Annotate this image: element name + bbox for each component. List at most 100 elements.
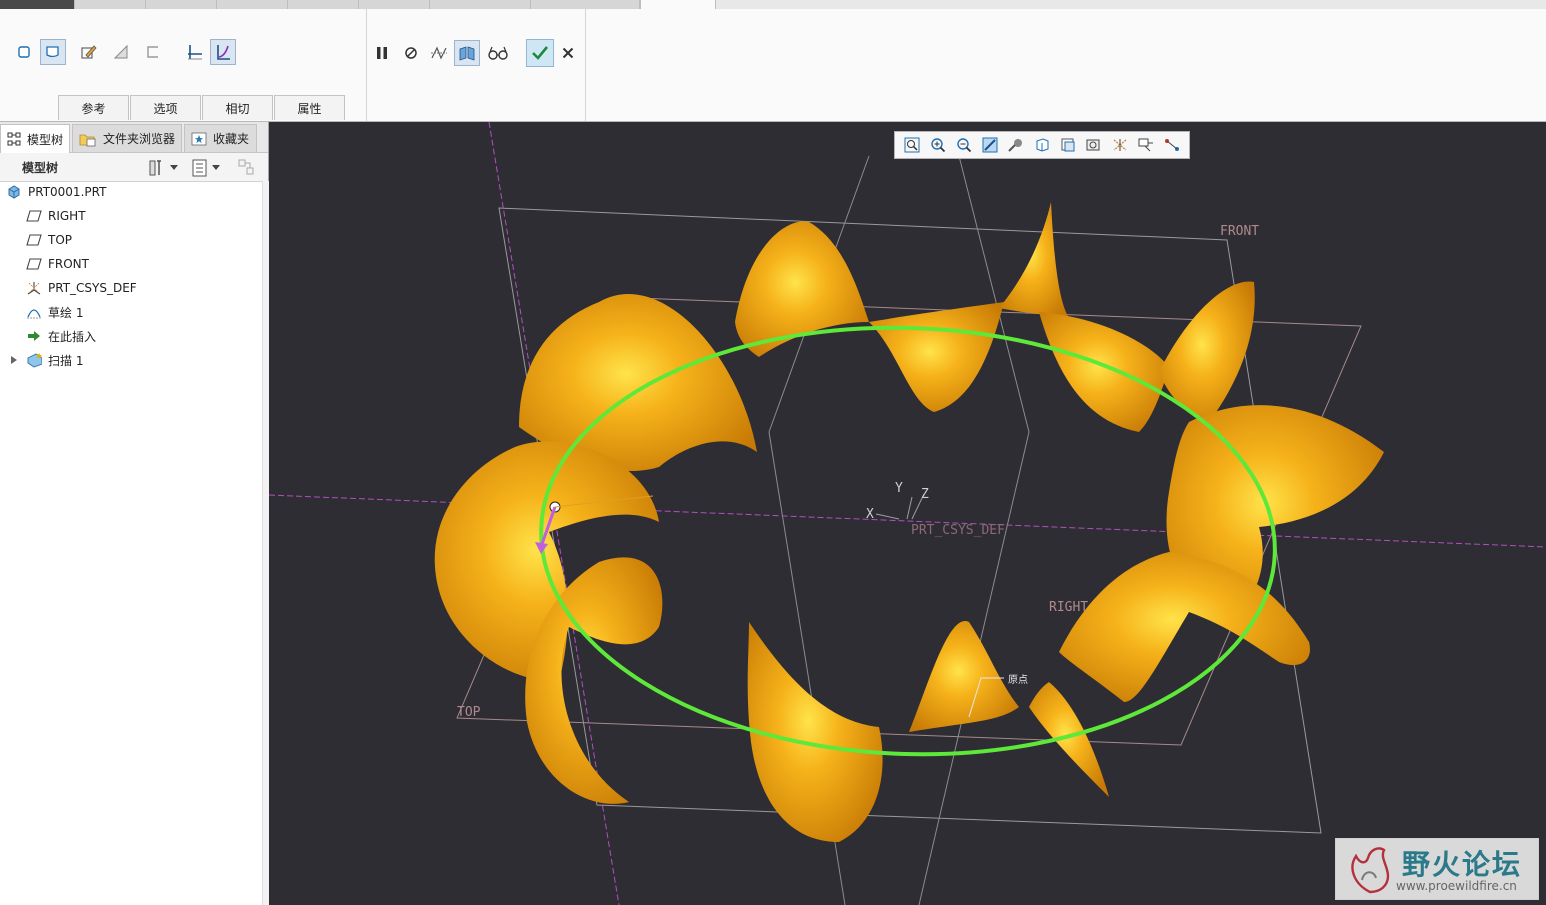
saved-orientations-button[interactable] xyxy=(1030,134,1053,156)
solid-icon xyxy=(18,46,30,58)
perspective-button[interactable] xyxy=(1082,134,1105,156)
ribbon-group-separator xyxy=(366,9,367,121)
tools-icon xyxy=(149,160,161,176)
tab-label: 收藏夹 xyxy=(213,132,250,146)
tree-settings-button[interactable] xyxy=(148,158,184,178)
spin-center-button[interactable] xyxy=(1160,134,1183,156)
tree-filter-icon xyxy=(238,159,254,175)
display-style-button[interactable] xyxy=(1004,134,1027,156)
repaint-button[interactable] xyxy=(978,134,1001,156)
solid-button[interactable] xyxy=(11,39,37,65)
tree-item-right[interactable]: RIGHT xyxy=(26,204,288,228)
subtab-options[interactable]: 选项 xyxy=(130,95,201,120)
watermark-title: 野火论坛 xyxy=(1402,848,1523,881)
insert-here-arrow-icon xyxy=(26,328,42,344)
pause-icon xyxy=(377,47,387,59)
constant-section-button[interactable] xyxy=(182,39,208,65)
surface-button[interactable] xyxy=(40,39,66,65)
graphics-toolbar xyxy=(894,131,1190,159)
favorites-icon xyxy=(191,132,207,145)
tree-item-front[interactable]: FRONT xyxy=(26,252,288,276)
ribbon-tab-sweep-active[interactable] xyxy=(640,0,716,9)
zoom-in-button[interactable] xyxy=(926,134,949,156)
annotation-icon xyxy=(1138,138,1153,152)
ribbon-panel: 参考 选项 相切 属性 xyxy=(0,9,1546,122)
forum-watermark: 野火论坛 www.proewildfire.cn xyxy=(1335,838,1539,900)
subtab-properties[interactable]: 属性 xyxy=(274,95,345,120)
verify-mode-button[interactable] xyxy=(485,40,511,66)
part-icon xyxy=(6,184,22,200)
preview-feature-button[interactable] xyxy=(454,40,480,66)
variable-section-icon xyxy=(217,45,230,60)
tree-item-part[interactable]: PRT0001.PRT xyxy=(6,180,268,204)
subtab-label: 属性 xyxy=(297,101,322,116)
ribbon-tab-3[interactable] xyxy=(146,0,217,9)
tree-item-label: PRT0001.PRT xyxy=(28,185,107,199)
ok-button[interactable] xyxy=(526,39,554,67)
annotation-display-button[interactable] xyxy=(1134,134,1157,156)
view-manager-button[interactable] xyxy=(1056,134,1079,156)
subtab-references[interactable]: 参考 xyxy=(58,95,129,120)
zoom-out-button[interactable] xyxy=(952,134,975,156)
surface-lobe xyxy=(747,622,883,842)
preview-geometry-button[interactable] xyxy=(426,40,452,66)
subtab-label: 参考 xyxy=(81,101,106,116)
navigator-tabs: 模型树 文件夹浏览器 收藏夹 xyxy=(0,122,268,153)
axis-label-y: Y xyxy=(895,481,903,496)
tab-model-tree[interactable]: 模型树 xyxy=(0,124,70,153)
model-tree-title: 模型树 xyxy=(22,161,59,175)
pause-button[interactable] xyxy=(369,40,395,66)
refit-icon xyxy=(904,137,919,153)
ribbon-tab-file[interactable] xyxy=(0,0,75,9)
graphics-viewport[interactable]: Y Z X PRT_CSYS_DEF FRONT RIGHT TOP 原点 野火… xyxy=(269,122,1546,905)
datum-plane-icon xyxy=(26,208,42,224)
tree-show-button[interactable] xyxy=(192,158,228,178)
model-tree-header: 模型树 xyxy=(0,153,268,182)
tree-filter-button[interactable] xyxy=(237,158,259,178)
close-icon xyxy=(562,47,574,59)
preview-geometry-icon xyxy=(431,46,447,60)
tab-folder-browser[interactable]: 文件夹浏览器 xyxy=(72,124,182,152)
surface-lobe xyxy=(909,621,1019,732)
tab-favorites[interactable]: 收藏夹 xyxy=(184,124,257,152)
thicken-icon xyxy=(147,46,158,58)
refit-button[interactable] xyxy=(900,134,923,156)
subtab-label: 相切 xyxy=(225,101,250,116)
fire-logo-icon xyxy=(1351,847,1390,894)
ribbon-tab-2[interactable] xyxy=(75,0,146,9)
sweep-feature-icon xyxy=(26,352,42,368)
tree-scrollbar[interactable] xyxy=(262,181,269,905)
tree-item-sweep[interactable]: 扫描 1 xyxy=(10,348,272,372)
datum-display-button[interactable] xyxy=(1108,134,1131,156)
tree-item-csys[interactable]: PRT_CSYS_DEF xyxy=(26,276,288,300)
zoom-out-icon xyxy=(956,138,971,153)
expand-arrow-icon[interactable] xyxy=(10,355,18,365)
tab-label: 模型树 xyxy=(27,132,64,147)
tree-item-sketch[interactable]: 草绘 1 xyxy=(26,300,288,324)
subtab-tangency[interactable]: 相切 xyxy=(202,95,273,120)
thicken-button[interactable] xyxy=(140,39,166,65)
ribbon-tab-7[interactable] xyxy=(430,0,531,9)
ribbon-tab-8[interactable] xyxy=(531,0,640,9)
coordinate-system-marker[interactable] xyxy=(875,493,925,520)
tree-item-top[interactable]: TOP xyxy=(26,228,288,252)
sweep-surface[interactable] xyxy=(434,202,1384,842)
sketch-edit-button[interactable] xyxy=(75,39,101,65)
cube-icon xyxy=(1036,138,1048,152)
tree-item-label: TOP xyxy=(48,233,73,247)
ribbon-tab-5[interactable] xyxy=(288,0,359,9)
zoom-in-icon xyxy=(930,138,945,153)
no-preview-button[interactable] xyxy=(398,40,424,66)
tree-item-insert-here[interactable]: 在此插入 xyxy=(26,324,288,348)
surface-lobe xyxy=(1039,312,1169,432)
ribbon-tab-4[interactable] xyxy=(217,0,288,9)
ribbon-tab-6[interactable] xyxy=(359,0,430,9)
model-tree-icon xyxy=(7,132,21,146)
variable-section-button[interactable] xyxy=(210,39,236,65)
camera-icon xyxy=(1086,139,1099,151)
csys-label: PRT_CSYS_DEF xyxy=(911,523,1005,538)
sketch-icon xyxy=(26,304,42,320)
cancel-button[interactable] xyxy=(555,40,581,66)
remove-material-button[interactable] xyxy=(108,39,134,65)
surface-icon xyxy=(46,46,59,58)
